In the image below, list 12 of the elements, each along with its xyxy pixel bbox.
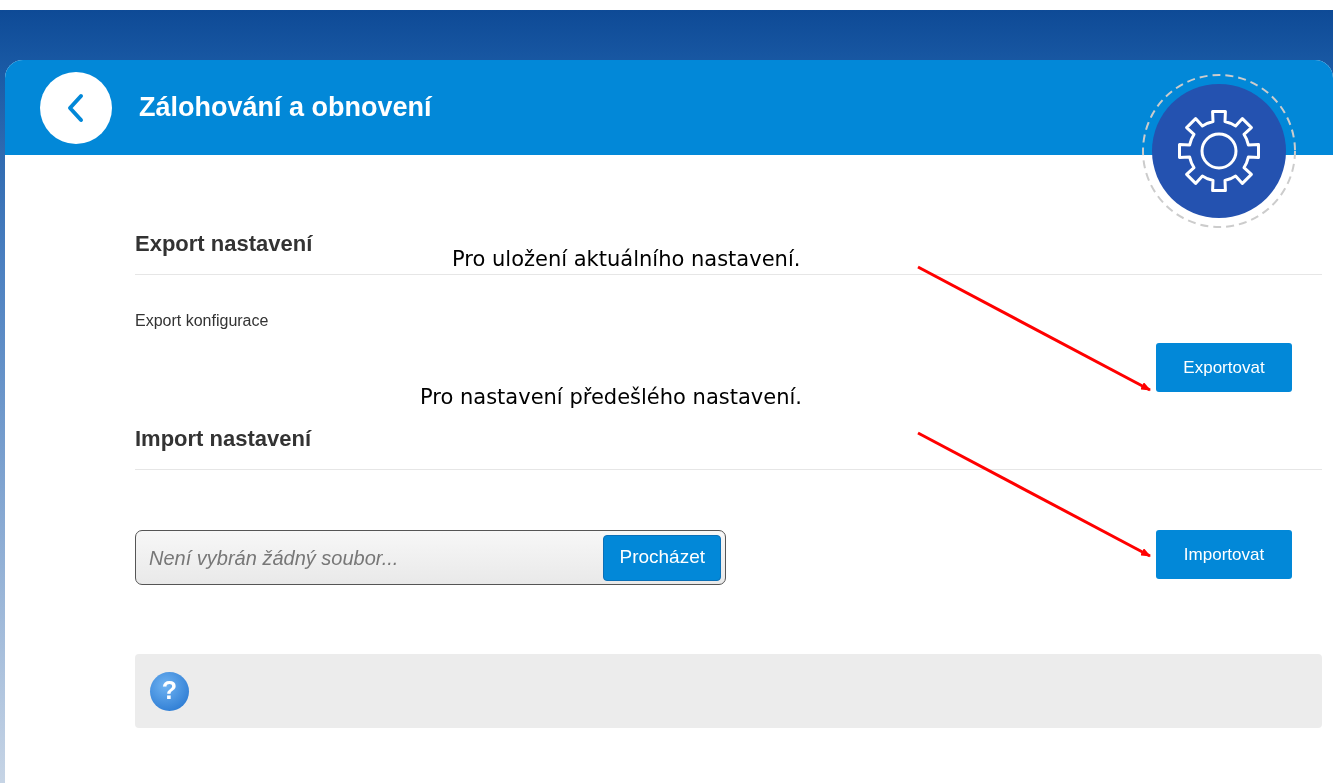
import-button[interactable]: Importovat (1156, 530, 1292, 579)
browse-button[interactable]: Procházet (603, 534, 721, 581)
annotation-text: Pro nastavení předešlého nastavení. (420, 384, 802, 411)
section-heading: Export nastavení (135, 231, 313, 256)
file-field[interactable]: Není vybrán žádný soubor... Procházet (135, 530, 726, 585)
help-icon[interactable]: ? (150, 671, 189, 711)
section-heading: Import nastavení (135, 426, 312, 451)
annotation-text: Pro uložení aktuálního nastavení. (452, 246, 801, 273)
export-button[interactable]: Exportovat (1156, 343, 1292, 392)
page-title: Zálohování a obnovení (139, 91, 432, 125)
row-label: Export konfigurace (135, 311, 269, 331)
gear-icon (1140, 72, 1298, 230)
